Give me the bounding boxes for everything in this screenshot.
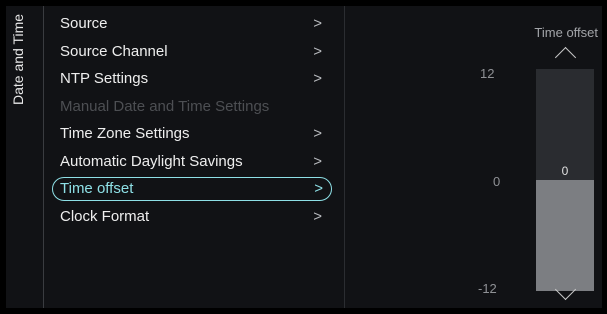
sidebar: Date and Time [6, 6, 44, 308]
menu-item-time-offset[interactable]: Time offset > [52, 177, 332, 201]
panel-divider [344, 6, 345, 308]
menu-item-source[interactable]: Source > [48, 10, 334, 38]
menu-item-label: Source [60, 15, 108, 32]
menu-item-label: Source Channel [60, 42, 168, 60]
menu-item-label: Time offset [60, 180, 134, 197]
menu-item-clock-format[interactable]: Clock Format > [48, 203, 334, 231]
menu-item-manual-date-time: Manual Date and Time Settings [48, 93, 334, 121]
slider-min-label: -12 [478, 281, 497, 296]
menu-item-label: Time Zone Settings [60, 125, 190, 142]
slider-value: 0 [561, 164, 569, 178]
settings-screen: Date and Time Source > Source Channel > … [6, 6, 602, 308]
chevron-right-icon: > [313, 152, 322, 170]
menu-item-label: Manual Date and Time Settings [60, 97, 270, 115]
chevron-right-icon: > [313, 125, 322, 142]
slider-title: Time offset [534, 25, 598, 40]
chevron-right-icon: > [313, 70, 322, 87]
time-offset-slider[interactable]: 0 [536, 69, 594, 291]
slider-max-label: 12 [480, 66, 495, 81]
menu-item-source-channel[interactable]: Source Channel > [48, 38, 334, 66]
menu-item-ntp-settings[interactable]: NTP Settings > [48, 65, 334, 93]
chevron-right-icon: > [313, 15, 322, 32]
menu-item-automatic-daylight-savings[interactable]: Automatic Daylight Savings > [48, 148, 334, 176]
menu-item-label: Automatic Daylight Savings [60, 152, 243, 170]
menu-item-time-zone-settings[interactable]: Time Zone Settings > [48, 120, 334, 148]
slider-mid-label: 0 [493, 174, 501, 189]
menu-item-label: Clock Format [60, 207, 150, 225]
chevron-right-icon: > [314, 180, 323, 197]
chevron-right-icon: > [313, 207, 322, 225]
slider-fill [536, 180, 594, 291]
sidebar-title: Date and Time [10, 14, 26, 106]
chevron-up-icon[interactable] [554, 46, 577, 69]
menu-item-label: NTP Settings [60, 70, 149, 87]
settings-menu: Source > Source Channel > NTP Settings >… [48, 10, 338, 230]
chevron-right-icon: > [313, 42, 322, 60]
